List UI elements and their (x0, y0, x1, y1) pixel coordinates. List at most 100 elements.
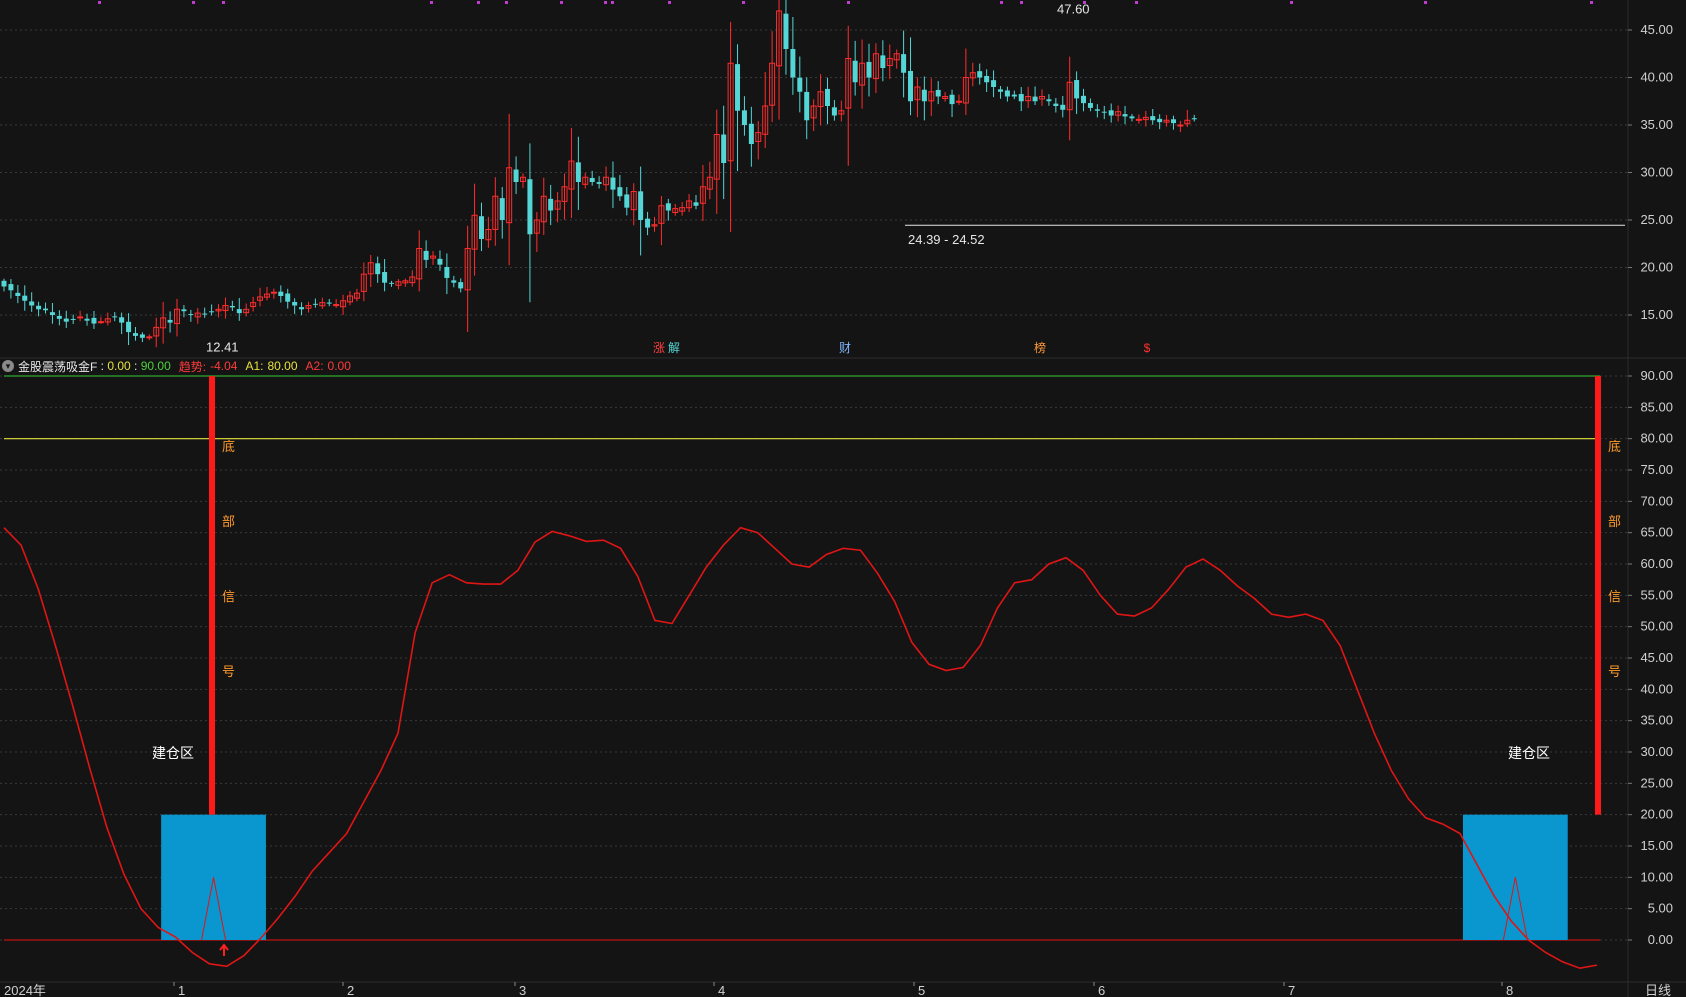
top-marker (604, 1, 607, 4)
candle-body (901, 54, 907, 73)
candle-body (665, 203, 671, 211)
candle-body (70, 318, 76, 320)
candle-body (513, 169, 519, 182)
candle-body (43, 308, 49, 311)
candle-body (1177, 124, 1184, 127)
top-marker (1424, 1, 1427, 4)
signal-bar (209, 376, 215, 815)
top-marker (560, 1, 563, 4)
candle-body (1060, 104, 1066, 110)
signal-char: 号 (222, 664, 235, 679)
price-tick-label: 40.00 (1640, 70, 1673, 85)
candle-body (596, 182, 602, 184)
candle-body (1018, 94, 1024, 102)
candle-body (132, 333, 138, 336)
candle-body (139, 334, 145, 338)
candle-body (624, 194, 630, 208)
top-marker (1290, 1, 1293, 4)
candle-body (478, 216, 484, 239)
time-tick-label: 2024年 (4, 983, 46, 997)
candle-body (382, 272, 388, 283)
a1-value: 80.00 (267, 359, 298, 373)
osc-tick-label: 75.00 (1640, 462, 1673, 477)
candle-body (15, 292, 21, 296)
candle-body (1135, 118, 1142, 121)
candle-body (1108, 110, 1114, 116)
candle-body (299, 307, 305, 310)
indicator-value-0: 0.00 (107, 359, 131, 373)
candle-body (1150, 116, 1156, 121)
top-marker (1590, 1, 1593, 4)
candle-body (955, 100, 962, 103)
candle-body (610, 177, 616, 190)
top-marker (1135, 1, 1138, 4)
top-marker (98, 1, 101, 4)
indicator-name[interactable]: 金股震荡吸金F (18, 358, 97, 375)
candle-body (285, 293, 291, 302)
candle-body (527, 179, 533, 235)
candle-body (112, 316, 118, 318)
osc-tick-label: 40.00 (1640, 681, 1673, 696)
price-tick-label: 25.00 (1640, 212, 1673, 227)
candle-body (1101, 111, 1107, 113)
top-marker (1020, 1, 1023, 4)
candle-body (1046, 99, 1052, 102)
top-marker (192, 1, 195, 4)
price-tick-label: 35.00 (1640, 117, 1673, 132)
candle-body (188, 314, 194, 316)
candle-body (1157, 118, 1163, 123)
time-tick-label: 1 (178, 983, 185, 997)
price-axis: 45.00 40.00 35.00 30.00 25.00 20.00 15.00 90.00… (1628, 22, 1673, 947)
collapse-icon[interactable]: ▾ (2, 360, 14, 372)
event-tag: 涨 (653, 340, 665, 355)
candle-body (741, 110, 747, 125)
candle-body (1129, 116, 1135, 119)
candle-body (29, 301, 35, 306)
a2-value: 0.00 (327, 359, 351, 373)
candle-body (375, 263, 381, 275)
osc-tick-label: 45.00 (1640, 650, 1673, 665)
candle-body (617, 187, 623, 197)
event-tag: $ (1144, 341, 1151, 355)
price-panel[interactable] (1, 0, 1626, 348)
time-tick-label: 8 (1506, 983, 1513, 997)
osc-tick-label: 20.00 (1640, 807, 1673, 822)
signal-char: 信 (1608, 589, 1621, 604)
a2-label: A2: (305, 359, 324, 373)
osc-tick-label: 55.00 (1640, 587, 1673, 602)
price-tick-label: 20.00 (1640, 260, 1673, 275)
top-marker (742, 1, 745, 4)
indicator-colon: : (97, 359, 108, 373)
candle-body (1170, 119, 1176, 124)
oscillator-panel[interactable] (3, 375, 1601, 970)
time-tick-label: 5 (918, 983, 925, 997)
event-tag: 财 (839, 341, 851, 355)
osc-tick-label: 85.00 (1640, 399, 1673, 414)
candle-body (437, 258, 443, 265)
candle-body (575, 162, 581, 182)
candle-body (880, 55, 886, 68)
a1-label: A1: (245, 359, 264, 373)
candle-body (389, 282, 395, 284)
candle-body (312, 303, 318, 305)
signal-char: 部 (1608, 514, 1621, 529)
candle-body (824, 88, 830, 106)
candle-body (36, 305, 42, 310)
candle-body (270, 291, 277, 294)
candle-body (1122, 114, 1128, 117)
candle-body (984, 75, 990, 83)
signal-bar (1595, 376, 1601, 815)
indicator-colon-2: : (130, 359, 141, 373)
candle-body (229, 305, 235, 308)
candle-body (423, 250, 429, 260)
range-label: 24.39 - 24.52 (908, 232, 985, 247)
osc-tick-label: 65.00 (1640, 525, 1673, 540)
top-marker (1000, 1, 1003, 4)
candle-body (921, 89, 927, 102)
osc-tick-label: 15.00 (1640, 838, 1673, 853)
time-tick-label: 7 (1288, 983, 1295, 997)
candle-body (1011, 94, 1017, 97)
candle-body (852, 60, 858, 83)
candle-body (63, 318, 69, 322)
stock-chart[interactable]: 45.0040.0035.0030.0025.0020.0015.0090.00… (0, 0, 1686, 997)
